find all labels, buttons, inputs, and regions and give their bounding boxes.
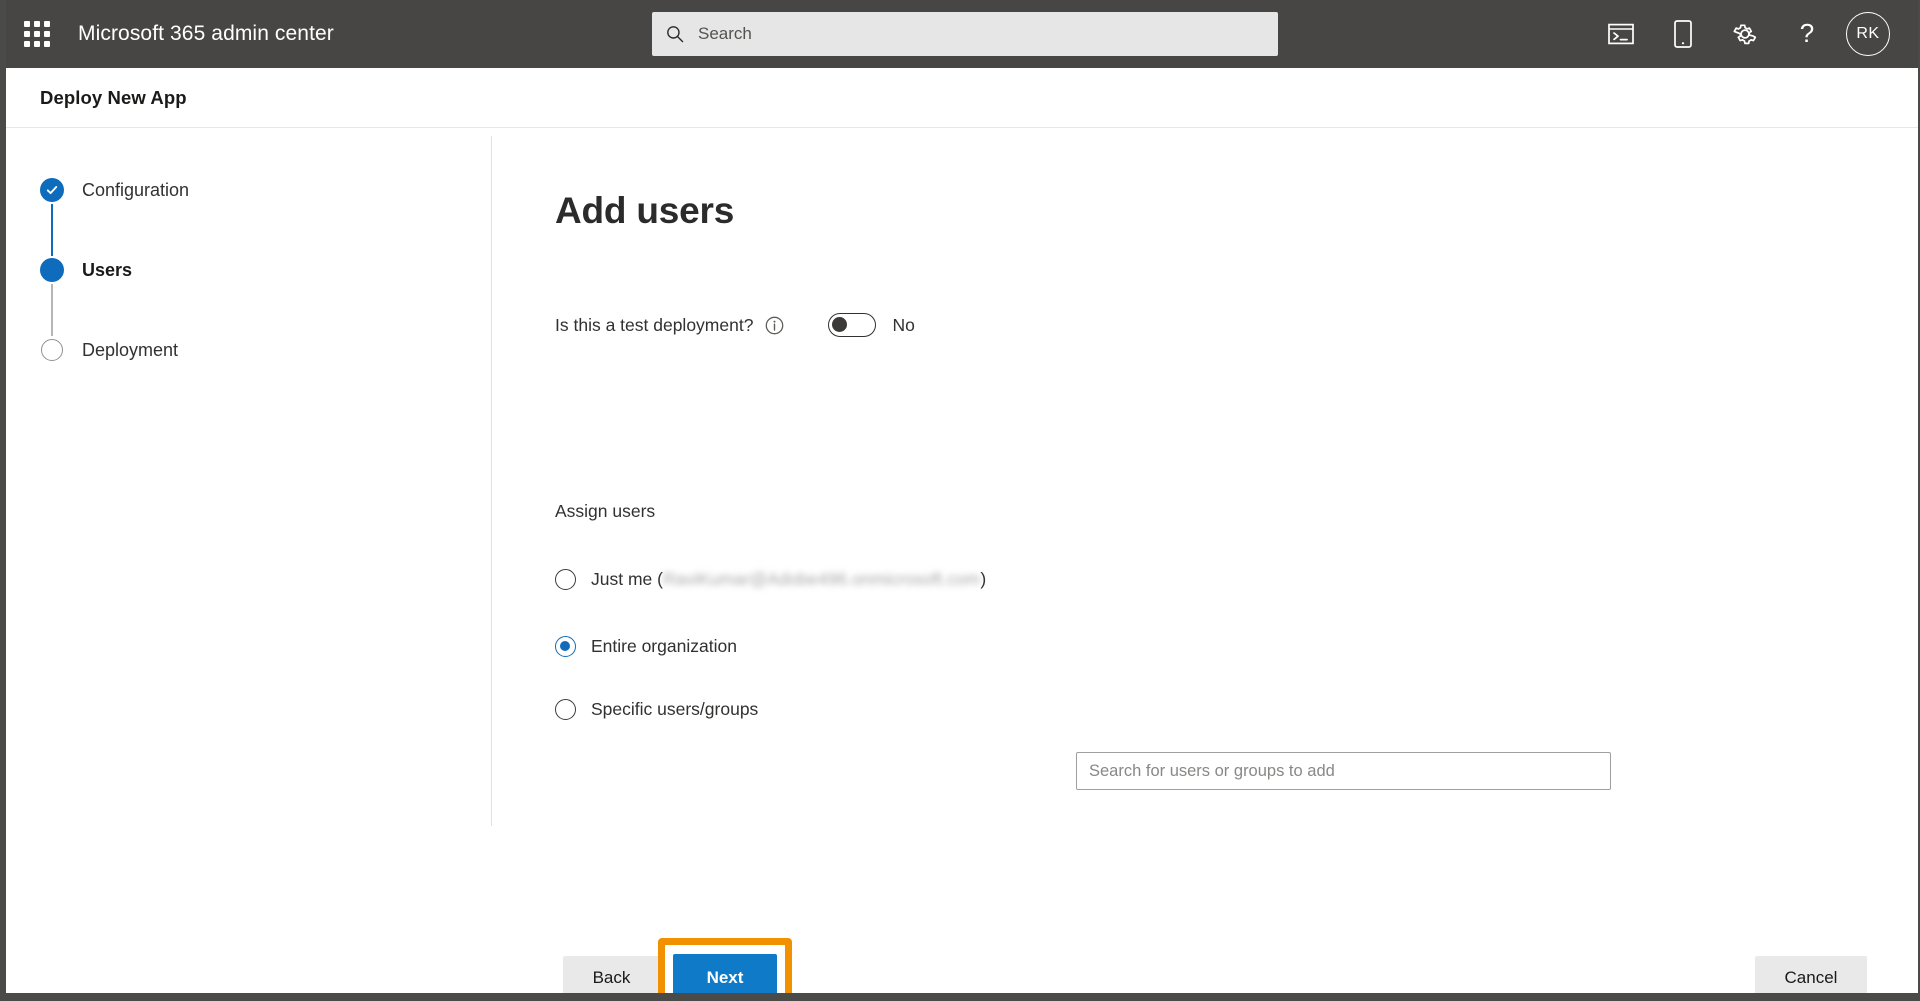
search-input[interactable] [698,13,1258,55]
next-button[interactable]: Next [673,954,777,993]
test-deployment-row: Is this a test deployment? No [555,313,915,337]
radio-label-specific-users-groups: Specific users/groups [591,699,759,719]
waffle-grid [24,21,50,47]
suite-title: Microsoft 365 admin center [78,22,334,45]
page-body: Configuration Users Deployment Add users… [6,128,1918,993]
global-search-box[interactable] [652,12,1278,56]
user-group-search-input[interactable] [1076,752,1611,790]
main-content-pane: Add users Is this a test deployment? No [491,128,1918,991]
radio-entire-organization[interactable]: Entire organization [555,636,737,657]
info-icon[interactable] [765,316,784,335]
radio-text: Just me ( [591,569,663,589]
browser-window: Microsoft 365 admin center Search ? RK D… [0,0,1920,1001]
step-configuration[interactable]: Configuration [40,178,380,258]
radio-indicator [555,569,576,590]
step-label-deployment: Deployment [82,340,179,360]
wizard-stepper: Configuration Users Deployment [40,178,380,378]
svg-text:?: ? [1800,20,1814,48]
radio-text-suffix: ) [980,569,987,589]
step-marker-pending-icon [40,338,64,362]
avatar-initials: RK [1856,25,1880,42]
radio-specific-users-groups[interactable]: Specific users/groups [555,699,758,720]
suite-actions: ? RK [1590,0,1904,68]
radio-just-me[interactable]: Just me (RaviKumar@Adobe496.onmicrosoft.… [555,569,986,590]
step-marker-complete-icon [40,178,64,202]
step-connector [51,204,53,256]
step-users[interactable]: Users [40,258,380,338]
radio-label-entire-organization: Entire organization [591,636,737,656]
test-deployment-label: Is this a test deployment? [555,314,754,335]
mobile-device-icon[interactable] [1652,0,1714,68]
console-icon[interactable] [1590,0,1652,68]
section-heading: Add users [555,190,735,231]
back-button[interactable]: Back [563,956,660,993]
cancel-button[interactable]: Cancel [1755,956,1867,993]
search-icon [652,24,698,44]
page-header: Deploy New App [6,68,1918,128]
test-deployment-toggle[interactable] [828,313,877,337]
page-title: Deploy New App [40,86,187,108]
step-deployment[interactable]: Deployment [40,338,380,378]
radio-indicator-selected [555,636,576,657]
step-label-users: Users [82,260,133,280]
step-label-configuration: Configuration [82,180,190,200]
radio-label-just-me: Just me (RaviKumar@Adobe496.onmicrosoft.… [591,569,986,590]
step-marker-current-icon [40,258,64,282]
wizard-rail: Configuration Users Deployment [6,128,492,991]
step-connector [51,284,53,336]
redacted-email: RaviKumar@Adobe496.onmicrosoft.com [662,569,981,589]
help-icon[interactable]: ? [1776,0,1838,68]
toggle-knob [832,317,848,332]
avatar[interactable]: RK [1846,12,1890,56]
toggle-state-label: No [892,314,915,335]
suite-header-bar: Microsoft 365 admin center Search ? RK [6,0,1918,68]
app-launcher-waffle-icon[interactable] [6,0,68,68]
radio-indicator [555,699,576,720]
assign-users-label: Assign users [555,501,656,521]
gear-icon[interactable] [1714,0,1776,68]
